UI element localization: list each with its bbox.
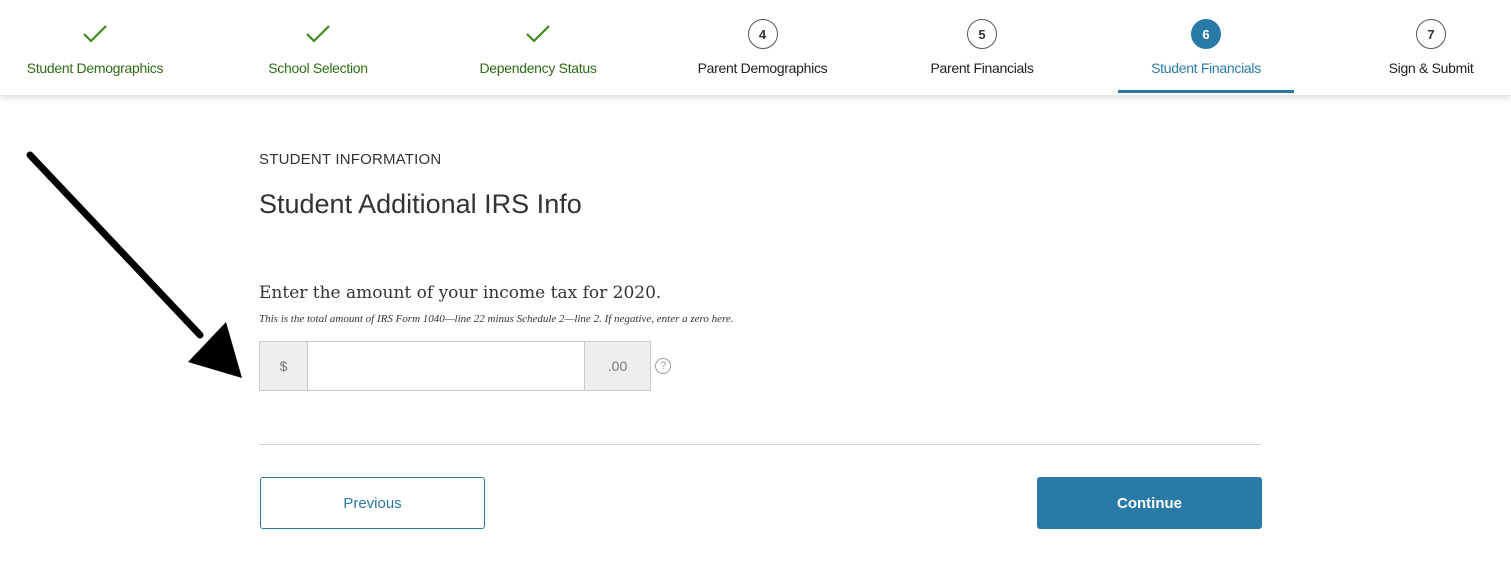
help-icon[interactable]: ? bbox=[655, 358, 671, 374]
step-number: 5 bbox=[967, 19, 997, 49]
check-icon bbox=[305, 12, 331, 56]
step-label: Parent Financials bbox=[930, 60, 1034, 76]
step-number: 7 bbox=[1416, 19, 1446, 49]
step-number: 4 bbox=[747, 19, 778, 49]
section-label: STUDENT INFORMATION bbox=[259, 151, 442, 168]
step-label: Student Demographics bbox=[26, 60, 164, 76]
previous-button[interactable]: Previous bbox=[260, 477, 485, 529]
step-label: Sign & Submit bbox=[1388, 60, 1474, 76]
step-number: 6 bbox=[1191, 19, 1221, 49]
currency-prefix: $ bbox=[259, 341, 307, 391]
step-school-selection[interactable]: School Selection bbox=[248, 0, 388, 96]
step-sign-submit[interactable]: 7 Sign & Submit bbox=[1375, 0, 1487, 96]
check-icon bbox=[525, 12, 551, 56]
step-student-demographics[interactable]: Student Demographics bbox=[15, 0, 175, 96]
step-label: Dependency Status bbox=[479, 60, 597, 76]
step-label: Student Financials bbox=[1151, 60, 1261, 76]
step-label: School Selection bbox=[268, 60, 368, 76]
check-icon bbox=[82, 12, 108, 56]
progress-steps: Student Demographics School Selection De… bbox=[0, 0, 1511, 96]
income-tax-input[interactable] bbox=[307, 341, 585, 391]
page-title: Student Additional IRS Info bbox=[259, 189, 582, 219]
step-parent-demographics[interactable]: 4 Parent Demographics bbox=[680, 0, 845, 96]
step-parent-financials[interactable]: 5 Parent Financials bbox=[912, 0, 1052, 96]
step-dependency-status[interactable]: Dependency Status bbox=[468, 0, 608, 96]
continue-button[interactable]: Continue bbox=[1037, 477, 1262, 529]
income-tax-question: Enter the amount of your income tax for … bbox=[259, 283, 662, 303]
step-student-financials[interactable]: 6 Student Financials bbox=[1118, 0, 1294, 96]
cents-suffix: .00 bbox=[585, 341, 651, 391]
income-tax-field-group: $ .00 bbox=[259, 341, 651, 391]
step-label: Parent Demographics bbox=[697, 60, 828, 76]
divider bbox=[259, 444, 1261, 445]
income-tax-hint: This is the total amount of IRS Form 104… bbox=[259, 313, 734, 325]
